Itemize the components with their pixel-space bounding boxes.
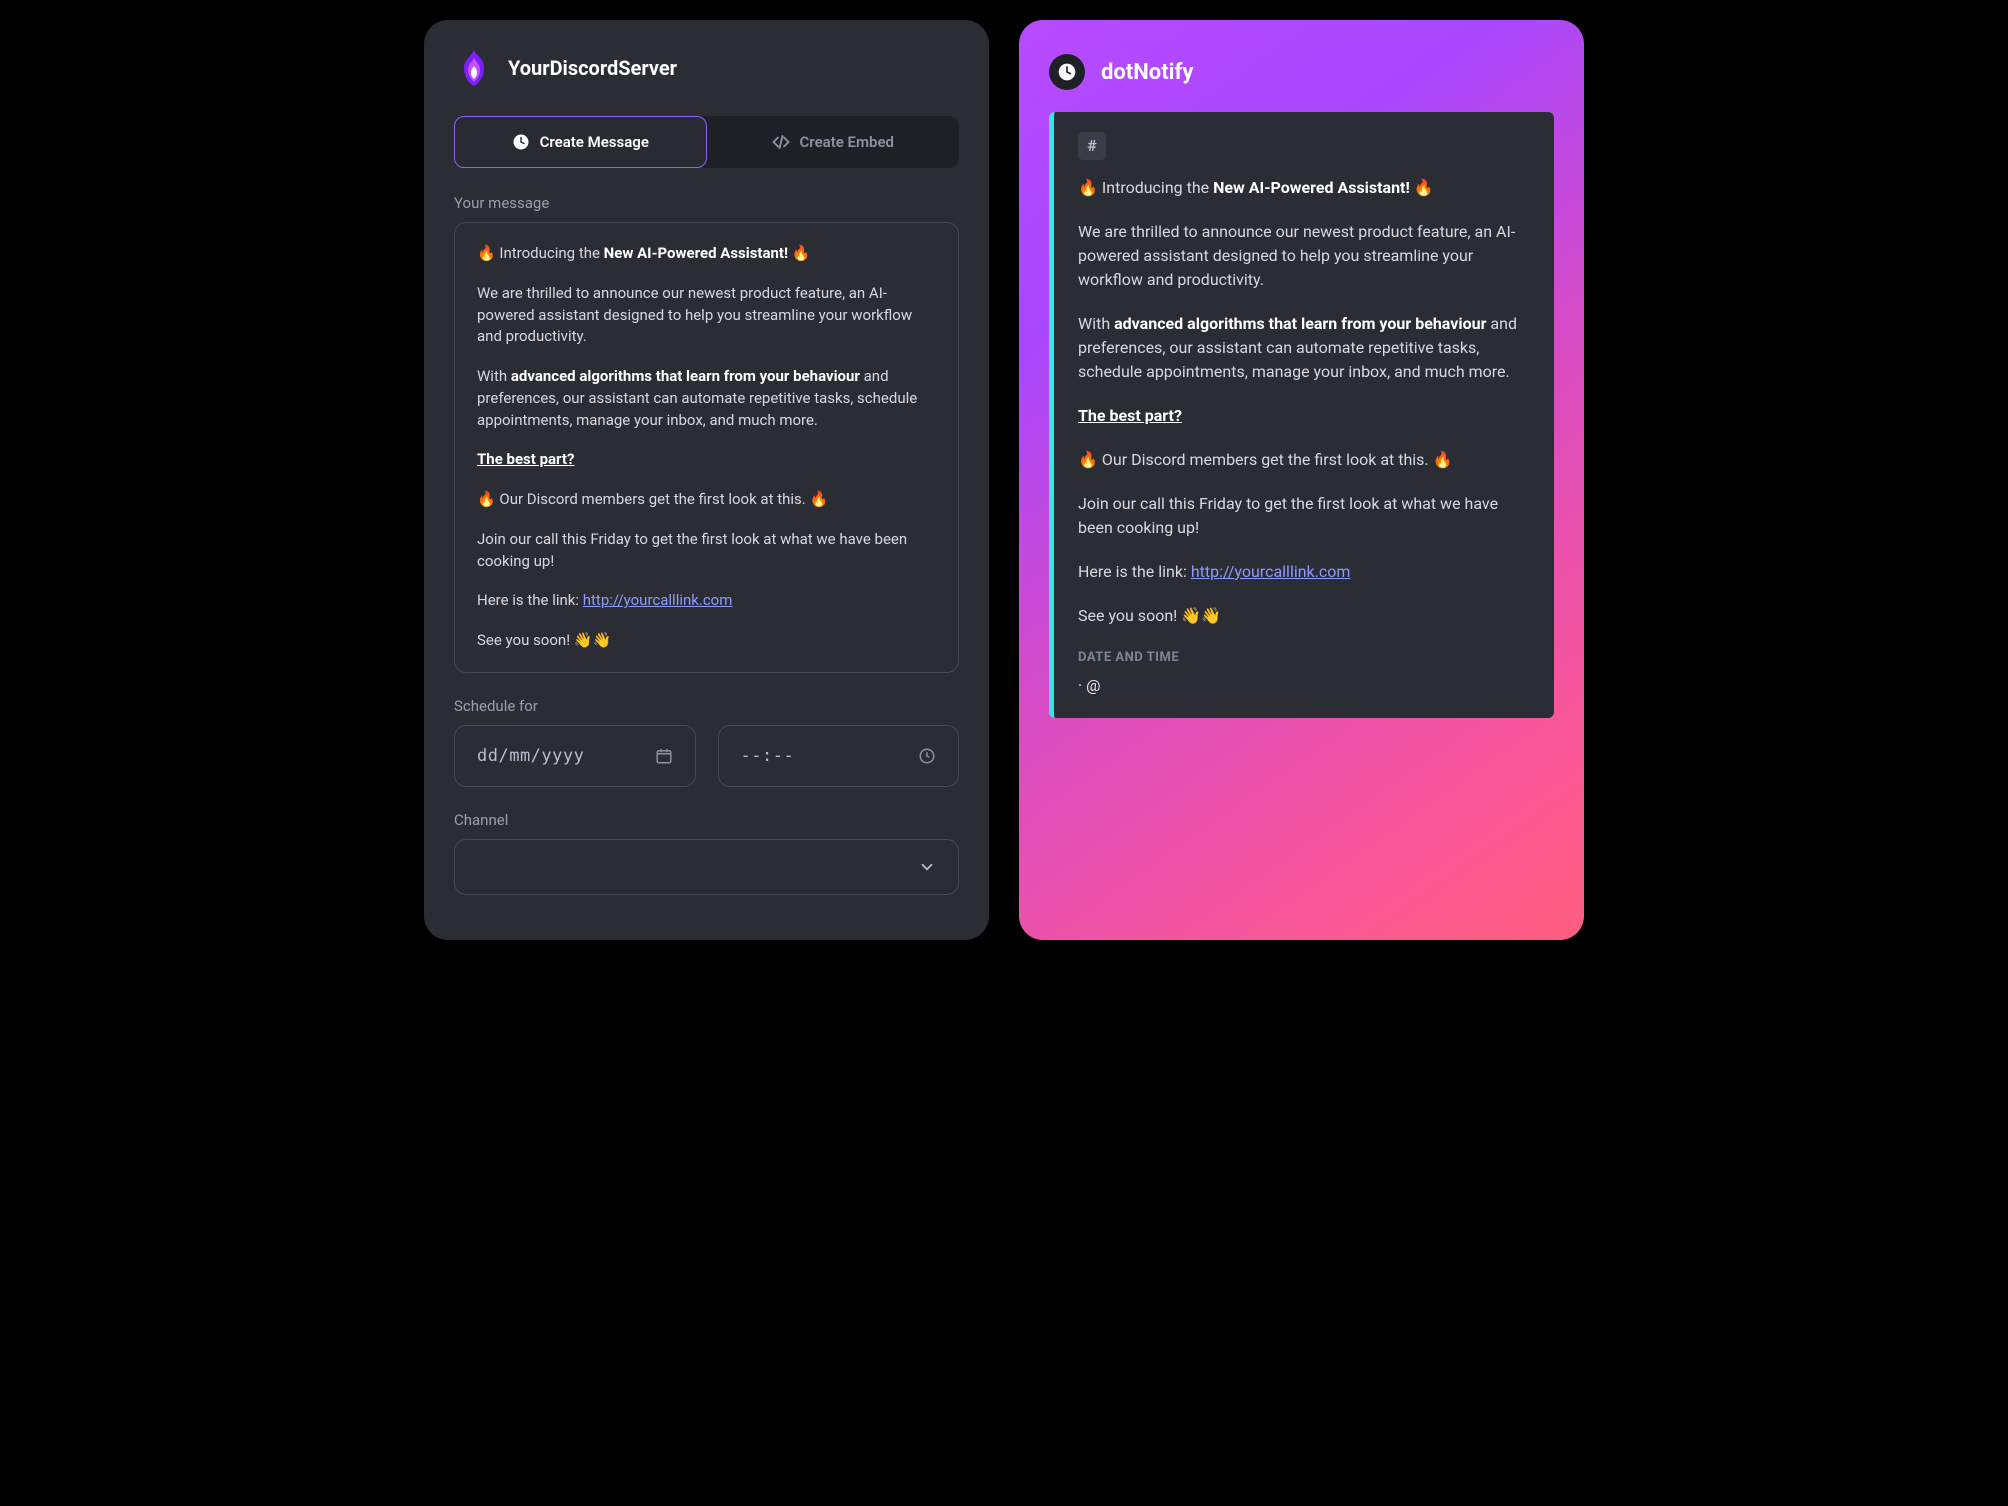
your-message-label: Your message xyxy=(454,194,959,212)
msg-see-you: See you soon! 👋👋 xyxy=(477,630,936,652)
date-time-label: DATE AND TIME xyxy=(1078,648,1530,668)
date-placeholder: dd/mm/yyyy xyxy=(477,746,584,766)
clock-outline-icon xyxy=(918,747,936,765)
bot-header: dotNotify xyxy=(1049,54,1554,90)
date-time-value: · @ xyxy=(1078,674,1530,698)
msg-para-2: We are thrilled to announce our newest p… xyxy=(477,283,936,348)
pv-see-you: See you soon! 👋👋 xyxy=(1078,604,1530,628)
message-textarea[interactable]: 🔥 Introducing the New AI-Powered Assista… xyxy=(454,222,959,673)
msg-para-6: Join our call this Friday to get the fir… xyxy=(477,529,936,573)
channel-hash-icon: # xyxy=(1078,132,1106,160)
pv-para-6: Join our call this Friday to get the fir… xyxy=(1078,492,1530,540)
editor-panel: YourDiscordServer Create Message Create … xyxy=(424,20,989,940)
channel-select[interactable] xyxy=(454,839,959,895)
preview-panel: dotNotify # 🔥 Introducing the New AI-Pow… xyxy=(1019,20,1584,940)
pv-link-line: Here is the link: http://yourcalllink.co… xyxy=(1078,560,1530,584)
schedule-for-label: Schedule for xyxy=(454,697,959,715)
bot-avatar xyxy=(1049,54,1085,90)
pv-line-1: 🔥 Introducing the New AI-Powered Assista… xyxy=(1078,176,1530,200)
tab-create-message-label: Create Message xyxy=(540,133,649,151)
schedule-row: dd/mm/yyyy --:-- xyxy=(454,725,959,787)
server-name: YourDiscordServer xyxy=(508,56,677,80)
pv-para-2: We are thrilled to announce our newest p… xyxy=(1078,220,1530,292)
msg-para-3: With advanced algorithms that learn from… xyxy=(477,366,936,431)
time-placeholder: --:-- xyxy=(741,746,795,766)
server-logo-flame-icon xyxy=(454,48,494,88)
app-root: YourDiscordServer Create Message Create … xyxy=(424,20,1584,940)
tab-create-message[interactable]: Create Message xyxy=(454,116,707,168)
msg-para-5: 🔥 Our Discord members get the first look… xyxy=(477,489,936,511)
msg-link-line: Here is the link: http://yourcalllink.co… xyxy=(477,590,936,612)
server-header: YourDiscordServer xyxy=(454,48,959,88)
code-icon xyxy=(772,133,790,151)
pv-para-5: 🔥 Our Discord members get the first look… xyxy=(1078,448,1530,472)
channel-label: Channel xyxy=(454,811,959,829)
bot-name: dotNotify xyxy=(1101,60,1193,85)
pv-para-3: With advanced algorithms that learn from… xyxy=(1078,312,1530,384)
msg-link[interactable]: http://yourcalllink.com xyxy=(583,591,733,609)
date-input[interactable]: dd/mm/yyyy xyxy=(454,725,696,787)
calendar-icon xyxy=(655,747,673,765)
msg-line-1: 🔥 Introducing the New AI-Powered Assista… xyxy=(477,243,936,265)
tab-create-embed-label: Create Embed xyxy=(800,133,894,151)
clock-icon xyxy=(512,133,530,151)
clock-solid-icon xyxy=(1057,62,1077,82)
pv-best-part: The best part? xyxy=(1078,404,1530,428)
chevron-down-icon xyxy=(918,858,936,876)
msg-best-part: The best part? xyxy=(477,449,936,471)
preview-card: # 🔥 Introducing the New AI-Powered Assis… xyxy=(1049,112,1554,718)
tab-create-embed[interactable]: Create Embed xyxy=(707,116,960,168)
time-input[interactable]: --:-- xyxy=(718,725,960,787)
tabs: Create Message Create Embed xyxy=(454,116,959,168)
pv-link[interactable]: http://yourcalllink.com xyxy=(1191,562,1351,581)
